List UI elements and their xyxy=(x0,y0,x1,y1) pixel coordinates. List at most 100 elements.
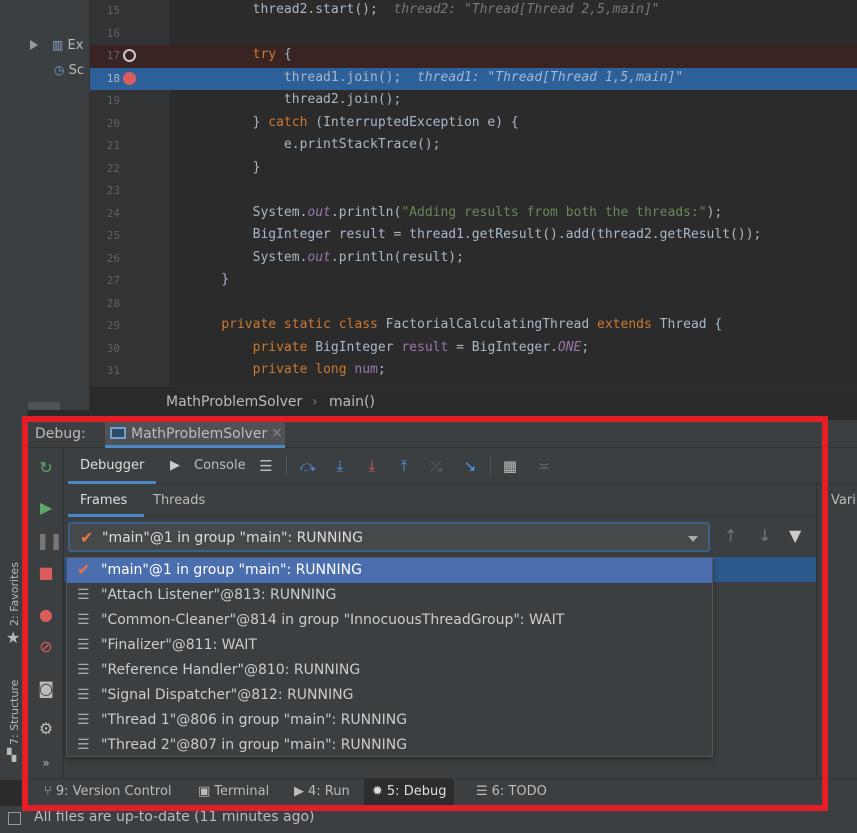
thread-option[interactable]: ✔ "main"@1 in group "main": RUNNING xyxy=(67,558,712,583)
step-over-icon[interactable]: ⤓ xyxy=(330,456,350,476)
project-node-sc[interactable]: ◷ Sc xyxy=(54,63,84,78)
code-line[interactable]: 29 private static class FactorialCalcula… xyxy=(90,315,857,338)
code-line[interactable]: 17 try { xyxy=(90,45,857,68)
line-number[interactable]: 28 xyxy=(90,297,120,310)
camera-icon[interactable]: ◙ xyxy=(36,679,56,699)
code-line[interactable]: 21 e.printStackTrace(); xyxy=(90,135,857,158)
drop-frame-icon[interactable]: ⤯ xyxy=(426,456,446,476)
previous-frame-icon[interactable]: ↑ xyxy=(724,526,737,545)
rerun-icon[interactable]: ↻ xyxy=(36,458,56,478)
star-icon[interactable]: ★ xyxy=(6,628,20,647)
next-frame-icon[interactable]: ↓ xyxy=(758,526,771,545)
line-number[interactable]: 21 xyxy=(90,139,120,152)
line-number[interactable]: 18 xyxy=(90,72,120,85)
toolbar-separator xyxy=(490,456,491,476)
code-line[interactable]: 30 private BigInteger result = BigIntege… xyxy=(90,338,857,361)
project-node-ex[interactable]: ▥ Ex xyxy=(52,38,83,53)
window-icon[interactable] xyxy=(8,812,21,825)
debug-session-tab-label: MathProblemSolver xyxy=(131,426,268,442)
thread-option[interactable]: ☰ "Common-Cleaner"@814 in group "Innocuou… xyxy=(67,608,712,633)
thread-option[interactable]: ☰ "Thread 2"@807 in group "main": RUNNING xyxy=(67,733,712,758)
layout-menu-icon[interactable]: ☰ xyxy=(256,456,276,476)
code-line[interactable]: 26 System.out.println(result); xyxy=(90,248,857,271)
line-number[interactable]: 20 xyxy=(90,117,120,130)
code-line[interactable]: 22 } xyxy=(90,158,857,181)
line-number[interactable]: 16 xyxy=(90,27,120,40)
line-number[interactable]: 17 xyxy=(90,49,120,62)
line-number[interactable]: 24 xyxy=(90,207,120,220)
tab-threads[interactable]: Threads xyxy=(153,493,205,508)
pause-icon[interactable]: ❚❚ xyxy=(36,531,63,551)
line-number[interactable]: 19 xyxy=(90,94,120,107)
more-icon[interactable]: » xyxy=(36,753,56,773)
stop-icon[interactable]: ■ xyxy=(36,563,56,583)
gear-icon[interactable]: ⚙ xyxy=(36,719,56,739)
line-number[interactable]: 29 xyxy=(90,319,120,332)
line-number[interactable]: 15 xyxy=(90,4,120,17)
chevron-down-icon[interactable] xyxy=(688,536,698,542)
code-line[interactable]: 19 thread2.join(); xyxy=(90,90,857,113)
thread-dropdown-list[interactable]: ✔ "main"@1 in group "main": RUNNING ☰ "Atta… xyxy=(66,557,713,757)
code-line[interactable]: 20 } catch (InterruptedException e) { xyxy=(90,113,857,136)
mute-breakpoints-icon[interactable]: ⊘ xyxy=(36,637,56,657)
code-line[interactable]: 28 xyxy=(90,293,857,316)
resume-icon[interactable]: ▶ xyxy=(36,498,56,518)
todo-button[interactable]: ☰ 6: TODO xyxy=(476,784,547,799)
run-button[interactable]: ▶ 4: Run xyxy=(294,784,350,799)
line-number[interactable]: 27 xyxy=(90,274,120,287)
thread-option[interactable]: ☰ "Reference Handler"@810: RUNNING xyxy=(67,658,712,683)
breadcrumb-method[interactable]: main() xyxy=(329,394,375,410)
thread-option[interactable]: ☰ "Signal Dispatcher"@812: RUNNING xyxy=(67,683,712,708)
debugger-tabs: Debugger ▶ Console ☰ ⤼ ⤓ ⤓ ⤒ ⤯ ↘ ▦ ≍ xyxy=(64,448,857,484)
checkmark-icon: ✔ xyxy=(77,560,91,579)
tab-debugger[interactable]: Debugger xyxy=(80,458,144,473)
code-line[interactable]: 25 BigInteger result = thread1.getResult… xyxy=(90,225,857,248)
code-line[interactable]: 27 } xyxy=(90,270,857,293)
show-execution-point-icon[interactable]: ⤼ xyxy=(298,456,318,476)
filter-icon[interactable]: ▼ xyxy=(789,526,801,545)
line-number[interactable]: 22 xyxy=(90,162,120,175)
thread-selector[interactable]: ✔ "main"@1 in group "main": RUNNING xyxy=(68,522,710,552)
tab-console[interactable]: Console xyxy=(194,458,246,473)
line-number[interactable]: 26 xyxy=(90,252,120,265)
code-line[interactable]: 23 xyxy=(90,180,857,203)
application-icon xyxy=(110,427,126,439)
thread-option[interactable]: ☰ "Attach Listener"@813: RUNNING xyxy=(67,583,712,608)
debug-session-tab[interactable]: MathProblemSolver × xyxy=(105,420,285,448)
code-text: e.printStackTrace(); xyxy=(190,137,441,152)
code-line[interactable]: 16 xyxy=(90,23,857,46)
breakpoint-icon[interactable] xyxy=(123,71,136,85)
version-control-button[interactable]: ⑂ 9: Version Control xyxy=(44,784,172,799)
terminal-button[interactable]: ▣ Terminal xyxy=(198,784,269,799)
breadcrumb-class[interactable]: MathProblemSolver xyxy=(166,394,302,410)
run-to-cursor-icon[interactable]: ↘ xyxy=(460,456,480,476)
code-line[interactable]: 24 System.out.println("Adding results fr… xyxy=(90,203,857,226)
line-number[interactable]: 30 xyxy=(90,342,120,355)
tab-frames[interactable]: Frames xyxy=(80,493,127,508)
view-breakpoints-icon[interactable]: ● xyxy=(36,605,56,625)
structure-tool-label[interactable]: 7: Structure xyxy=(8,680,21,745)
favorites-tool-label[interactable]: 2: Favorites xyxy=(8,562,21,626)
thread-option[interactable]: ☰ "Finalizer"@811: WAIT xyxy=(67,633,712,658)
line-number[interactable]: 31 xyxy=(90,364,120,377)
step-out-icon[interactable]: ⤒ xyxy=(394,456,414,476)
horizontal-scrollbar[interactable] xyxy=(28,402,60,410)
trace-icon[interactable]: ≍ xyxy=(534,456,554,476)
code-line[interactable]: 15 thread2.start(); thread2: "Thread[Thr… xyxy=(90,0,857,23)
code-line[interactable]: 18 thread1.join(); thread1: "Thread[Thre… xyxy=(90,67,857,90)
step-into-icon[interactable]: ⤓ xyxy=(362,456,382,476)
code-line[interactable]: 31 private long num; xyxy=(90,360,857,383)
structure-icon[interactable]: ▚ xyxy=(7,748,16,762)
status-text: All files are up-to-date (11 minutes ago… xyxy=(34,809,315,825)
close-icon[interactable]: × xyxy=(271,425,283,441)
disabled-breakpoint-icon[interactable] xyxy=(123,49,136,62)
line-number[interactable]: 25 xyxy=(90,229,120,242)
thread-option[interactable]: ☰ "Thread 1"@806 in group "main": RUNNING xyxy=(67,708,712,733)
expand-triangle-icon[interactable] xyxy=(30,40,38,50)
left-tool-strip: 2: Favorites ★ 7: Structure ▚ xyxy=(0,410,28,780)
code-editor[interactable]: 15 thread2.start(); thread2: "Thread[Thr… xyxy=(90,0,857,386)
bug-icon: ✹ xyxy=(372,784,383,799)
line-number[interactable]: 23 xyxy=(90,184,120,197)
evaluate-expression-icon[interactable]: ▦ xyxy=(500,456,520,476)
debug-button[interactable]: ✹ 5: Debug xyxy=(364,779,455,807)
